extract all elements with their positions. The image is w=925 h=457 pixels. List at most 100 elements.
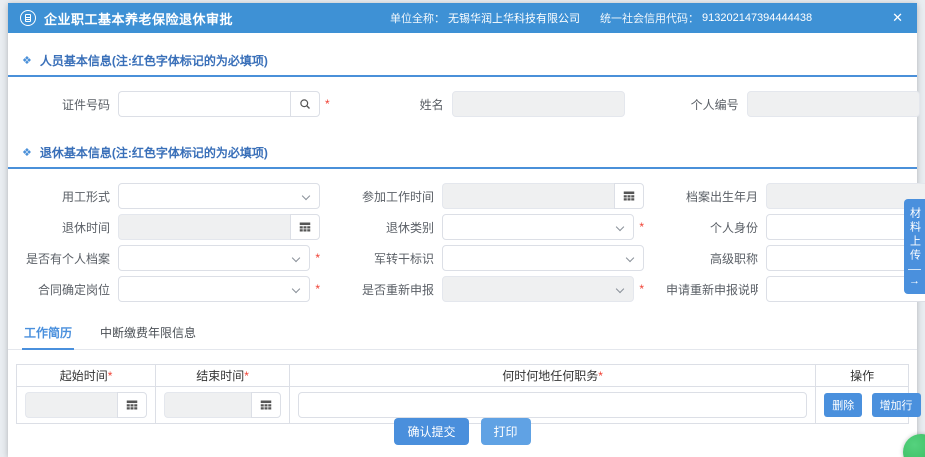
retire-time-calendar-button[interactable] — [290, 214, 320, 240]
arrow-right-icon: → — [904, 274, 925, 288]
close-icon[interactable]: ✕ — [892, 3, 903, 33]
person-basic-form: 证件号码 * 姓名 个人编号 — [8, 91, 917, 117]
personal-identity-label: 个人身份 — [666, 219, 758, 236]
field-redeclare: 是否重新申报 * — [342, 276, 644, 302]
col-header-duty: 何时何地任何职务* — [289, 365, 815, 387]
cert-no-input[interactable] — [118, 91, 290, 117]
calendar-icon — [260, 399, 272, 411]
contract-post-select[interactable] — [118, 276, 310, 302]
join-work-time-calendar-button[interactable] — [614, 183, 644, 209]
military-cadre-flag-select[interactable] — [442, 245, 644, 271]
field-military-cadre-flag: 军转干标识 — [342, 245, 644, 271]
senior-title-input[interactable] — [766, 245, 925, 271]
retire-category-label: 退休类别 — [342, 219, 434, 236]
field-contract-post: 合同确定岗位 * — [18, 276, 320, 302]
employment-type-label: 用工形式 — [18, 188, 110, 205]
duty-required-mark: * — [598, 369, 603, 383]
end-time-header-text: 结束时间 — [196, 369, 244, 383]
unit-name-pair: 单位全称： 无锡华润上华科技有限公司 — [390, 10, 580, 26]
name-input — [452, 91, 625, 117]
retire-category-select[interactable] — [442, 214, 634, 240]
join-work-time-label: 参加工作时间 — [342, 188, 434, 205]
archive-birth-group — [766, 183, 925, 209]
material-upload-tab[interactable]: 材料上传 → — [904, 199, 925, 294]
tab-work-history[interactable]: 工作简历 — [22, 318, 74, 350]
start-time-required-mark: * — [108, 369, 113, 383]
delete-row-button[interactable]: 删除 — [824, 393, 862, 417]
field-cert-no: 证件号码 * — [18, 91, 330, 117]
chevron-down-icon — [302, 192, 310, 200]
chevron-down-icon — [292, 285, 300, 293]
section-person-title: 人员基本信息(注:红色字体标记的为必填项) — [40, 52, 268, 69]
row-duty-input[interactable] — [298, 392, 807, 418]
personal-no-label: 个人编号 — [647, 96, 739, 113]
window-title: 企业职工基本养老保险退休审批 — [44, 9, 233, 28]
field-join-work-time: 参加工作时间 — [342, 183, 644, 209]
credit-code-value: 913202147394444438 — [702, 12, 812, 24]
credit-code-pair: 统一社会信用代码： 913202147394444438 — [600, 10, 812, 26]
history-tabs: 工作简历 中断缴费年限信息 — [8, 318, 917, 350]
chevron-down-icon — [616, 223, 624, 231]
cert-no-label: 证件号码 — [18, 96, 110, 113]
calendar-icon — [623, 190, 635, 202]
start-time-header-text: 起始时间 — [60, 369, 108, 383]
chevron-down-icon — [616, 285, 624, 293]
search-icon — [299, 98, 311, 110]
retire-basic-form: 用工形式 参加工作时间 档案出生年月 — [8, 183, 917, 302]
military-cadre-flag-label: 军转干标识 — [342, 250, 434, 267]
action-header-text: 操作 — [850, 369, 874, 383]
side-tab-divider — [908, 269, 921, 270]
unit-name-value: 无锡华润上华科技有限公司 — [448, 10, 580, 26]
calendar-icon — [299, 221, 311, 233]
employment-type-select[interactable] — [118, 183, 320, 209]
work-history-table: 起始时间* 结束时间* 何时何地任何职务* 操作 — [16, 364, 909, 424]
join-work-time-group — [442, 183, 644, 209]
cert-no-required-mark: * — [325, 97, 330, 111]
retire-time-label: 退休时间 — [18, 219, 110, 236]
row-start-time-input — [25, 392, 117, 418]
row-start-time-calendar-button[interactable] — [117, 392, 147, 418]
name-label: 姓名 — [352, 96, 444, 113]
field-personal-identity: 个人身份 — [666, 214, 925, 240]
cert-no-group — [118, 91, 320, 117]
table-header-row: 起始时间* 结束时间* 何时何地任何职务* 操作 — [17, 365, 909, 387]
cert-no-search-button[interactable] — [290, 91, 320, 117]
field-has-personal-archive: 是否有个人档案 * — [18, 245, 320, 271]
tab-interrupt-payment-info[interactable]: 中断缴费年限信息 — [98, 318, 198, 349]
has-personal-archive-label: 是否有个人档案 — [18, 250, 110, 267]
unit-name-label: 单位全称： — [390, 10, 445, 26]
row-end-time-input — [164, 392, 251, 418]
retirement-approval-window: 企业职工基本养老保险退休审批 单位全称： 无锡华润上华科技有限公司 统一社会信用… — [8, 3, 917, 457]
row-end-time-calendar-button[interactable] — [251, 392, 281, 418]
material-upload-label: 材料上传 — [907, 207, 923, 263]
redeclare-note-input[interactable] — [766, 276, 925, 302]
page: 企业职工基本养老保险退休审批 单位全称： 无锡华润上华科技有限公司 统一社会信用… — [0, 0, 925, 457]
print-button[interactable]: 打印 — [481, 418, 531, 445]
chevron-down-icon — [292, 254, 300, 262]
confirm-submit-button[interactable]: 确认提交 — [394, 418, 468, 445]
retire-category-required-mark: * — [639, 220, 644, 234]
field-personal-no: 个人编号 — [647, 91, 920, 117]
join-work-time-input — [442, 183, 614, 209]
section-retire-title: 退休基本信息(注:红色字体标记的为必填项) — [40, 144, 268, 161]
add-row-button[interactable]: 增加行 — [872, 393, 921, 417]
diamond-icon: ❖ — [22, 146, 32, 159]
redeclare-select — [442, 276, 634, 302]
field-employment-type: 用工形式 — [18, 183, 320, 209]
field-archive-birth: 档案出生年月 — [666, 183, 925, 209]
contract-post-required-mark: * — [315, 282, 320, 296]
field-name: 姓名 — [352, 91, 625, 117]
retire-time-input — [118, 214, 290, 240]
archive-birth-label: 档案出生年月 — [666, 188, 758, 205]
field-retire-category: 退休类别 * — [342, 214, 644, 240]
has-personal-archive-select[interactable] — [118, 245, 310, 271]
field-redeclare-note: 申请重新申报说明 — [666, 276, 925, 302]
has-personal-archive-required-mark: * — [315, 251, 320, 265]
retire-time-group — [118, 214, 320, 240]
duty-header-text: 何时何地任何职务 — [502, 369, 598, 383]
personal-identity-input[interactable] — [766, 214, 925, 240]
field-senior-title: 高级职称 — [666, 245, 925, 271]
col-header-start-time: 起始时间* — [17, 365, 156, 387]
redeclare-label: 是否重新申报 — [342, 281, 434, 298]
calendar-icon — [126, 399, 138, 411]
